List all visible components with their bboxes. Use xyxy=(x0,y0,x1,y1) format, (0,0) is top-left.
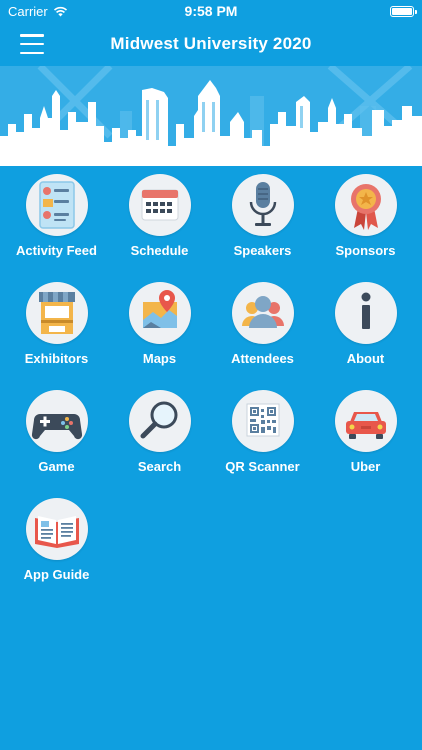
tile-label: Sponsors xyxy=(335,243,396,258)
car-icon xyxy=(334,390,397,452)
microphone-icon xyxy=(231,174,294,236)
tile-speakers[interactable]: Speakers xyxy=(211,174,314,264)
info-icon xyxy=(334,282,397,344)
menu-grid: Activity Feed Schedule Speakers Sponsors… xyxy=(0,174,422,588)
page-title: Midwest University 2020 xyxy=(110,34,312,53)
carrier-label: Carrier xyxy=(8,3,48,19)
people-icon xyxy=(231,282,294,344)
tile-label: About xyxy=(346,351,385,366)
menu-bar xyxy=(20,42,44,46)
tile-label: Activity Feed xyxy=(16,243,97,258)
tile-schedule[interactable]: Schedule xyxy=(108,174,211,264)
tile-label: QR Scanner xyxy=(225,459,300,474)
tile-label: Uber xyxy=(350,459,381,474)
skyline-illustration xyxy=(0,66,422,166)
tile-game[interactable]: Game xyxy=(5,390,108,480)
tile-label: Schedule xyxy=(130,243,189,258)
tile-label: Maps xyxy=(142,351,177,366)
booth-icon xyxy=(25,282,88,344)
tile-sponsors[interactable]: Sponsors xyxy=(314,174,417,264)
menu-bar xyxy=(20,34,44,37)
nav-bar: Midwest University 2020 xyxy=(0,22,422,66)
tile-label: Game xyxy=(38,459,75,474)
tile-label: Attendees xyxy=(231,351,294,366)
tile-label: Exhibitors xyxy=(24,351,89,366)
tile-activity-feed[interactable]: Activity Feed xyxy=(5,174,108,264)
ribbon-award-icon xyxy=(334,174,397,236)
tile-qr-scanner[interactable]: QR Scanner xyxy=(211,390,314,480)
tile-attendees[interactable]: Attendees xyxy=(211,282,314,372)
magnifier-icon xyxy=(128,390,191,452)
tile-maps[interactable]: Maps xyxy=(108,282,211,372)
gamepad-icon xyxy=(25,390,88,452)
status-left: Carrier xyxy=(8,4,68,19)
tile-uber[interactable]: Uber xyxy=(314,390,417,480)
wifi-icon xyxy=(53,6,67,16)
map-pin-icon xyxy=(128,282,191,344)
activity-feed-icon xyxy=(25,174,88,236)
calendar-icon xyxy=(128,174,191,236)
tile-app-guide[interactable]: App Guide xyxy=(5,498,108,588)
city-skyline-banner xyxy=(0,66,422,166)
menu-bar xyxy=(20,51,44,54)
tile-about[interactable]: About xyxy=(314,282,417,372)
tile-exhibitors[interactable]: Exhibitors xyxy=(5,282,108,372)
tile-label: Search xyxy=(137,459,182,474)
tile-search[interactable]: Search xyxy=(108,390,211,480)
status-bar: Carrier 9:58 PM xyxy=(0,0,422,22)
battery-icon xyxy=(390,5,417,17)
tile-label: App Guide xyxy=(23,567,90,582)
hamburger-menu-button[interactable] xyxy=(20,34,44,54)
qr-code-icon xyxy=(231,390,294,452)
tile-label: Speakers xyxy=(233,243,292,258)
open-book-icon xyxy=(25,498,88,560)
